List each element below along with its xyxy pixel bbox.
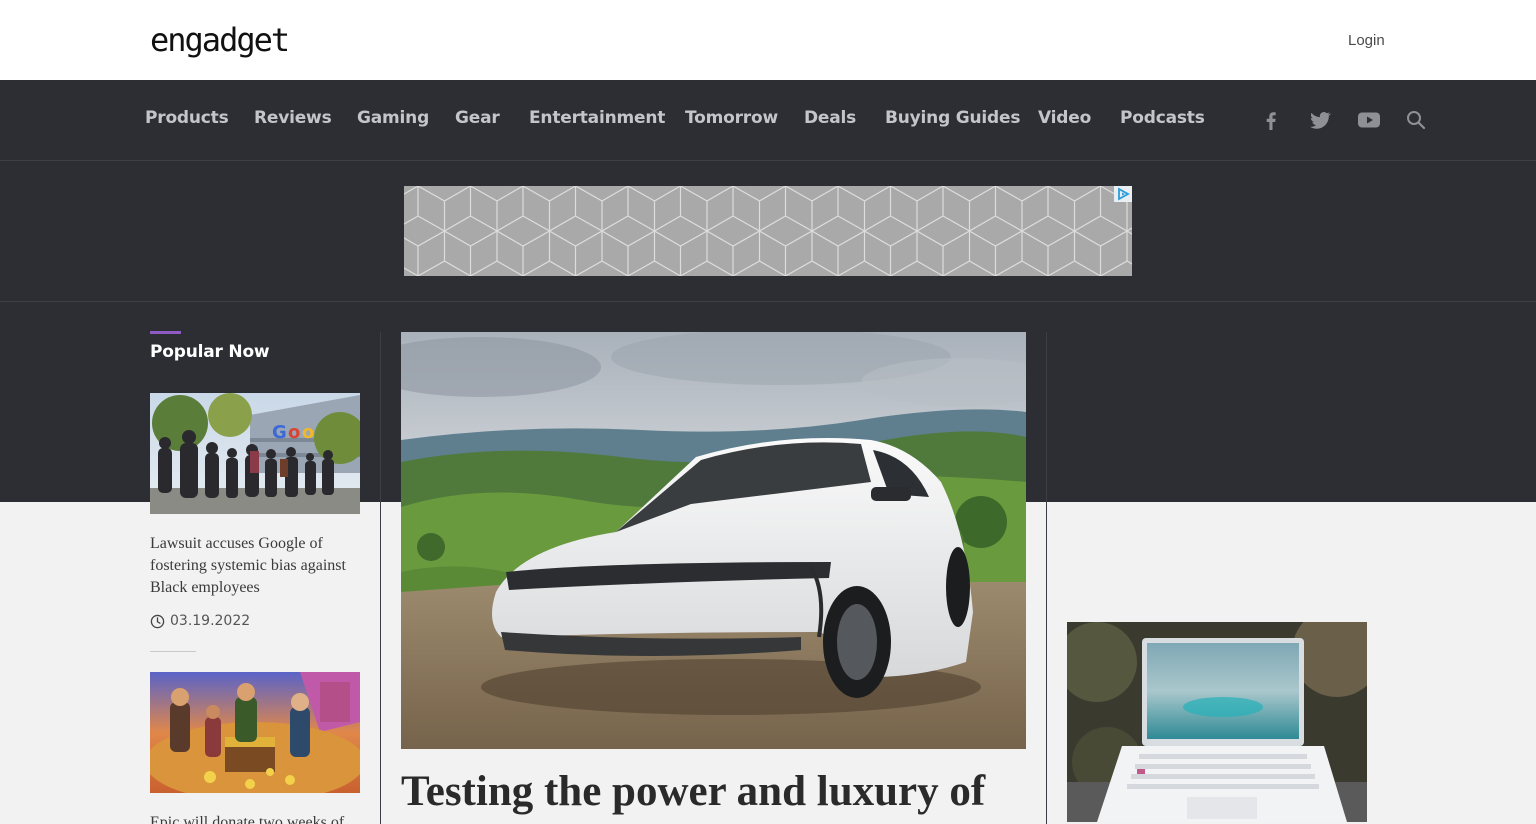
nav-item-gear[interactable]: Gear — [455, 108, 500, 128]
engadget-logo[interactable]: engadget — [150, 21, 306, 60]
right-article-image[interactable] — [1067, 622, 1367, 822]
popular-heading: Popular Now — [150, 342, 270, 362]
nav-item-podcasts[interactable]: Podcasts — [1120, 108, 1205, 128]
youtube-icon[interactable] — [1357, 108, 1381, 132]
popular-article-2-headline[interactable]: Epic will donate two weeks of — [150, 812, 362, 824]
date-text: 03.19.2022 — [170, 613, 251, 629]
nav-item-video[interactable]: Video — [1038, 108, 1091, 128]
facebook-icon[interactable] — [1259, 108, 1283, 132]
popular-article-1-date: 03.19.2022 — [150, 613, 250, 629]
column-divider-right — [1046, 332, 1047, 824]
twitter-icon[interactable] — [1308, 108, 1332, 132]
search-icon[interactable] — [1404, 108, 1428, 132]
popular-article-1-headline[interactable]: Lawsuit accuses Google of fostering syst… — [150, 533, 362, 599]
popular-accent-bar — [150, 331, 181, 334]
svg-text:o: o — [288, 422, 300, 443]
ad-pattern — [404, 186, 1132, 276]
svg-text:o: o — [302, 422, 314, 443]
popular-article-2-image[interactable] — [150, 672, 360, 793]
top-header: engadget Login — [0, 0, 1536, 80]
clock-icon — [150, 614, 165, 628]
nav-item-gaming[interactable]: Gaming — [357, 108, 429, 128]
popular-separator — [150, 651, 196, 652]
popular-article-1-image[interactable]: G o o — [150, 393, 360, 514]
adchoices-icon[interactable] — [1114, 186, 1132, 202]
hero-image[interactable] — [401, 332, 1026, 749]
nav-item-deals[interactable]: Deals — [804, 108, 856, 128]
nav-item-products[interactable]: Products — [145, 108, 229, 128]
nav-item-entertainment[interactable]: Entertainment — [529, 108, 665, 128]
nav-item-tomorrow[interactable]: Tomorrow — [685, 108, 778, 128]
hero-title[interactable]: Testing the power and luxury of — [401, 766, 1041, 818]
logo-wordmark: engadget — [150, 22, 288, 59]
svg-text:G: G — [272, 422, 287, 443]
column-divider-left — [380, 332, 381, 824]
login-link[interactable]: Login — [1348, 32, 1385, 49]
engadget-logo-mark: engadget — [150, 21, 290, 59]
nav-item-buying-guides[interactable]: Buying Guides — [885, 108, 1020, 128]
nav-item-reviews[interactable]: Reviews — [254, 108, 332, 128]
ad-banner[interactable] — [404, 186, 1132, 276]
